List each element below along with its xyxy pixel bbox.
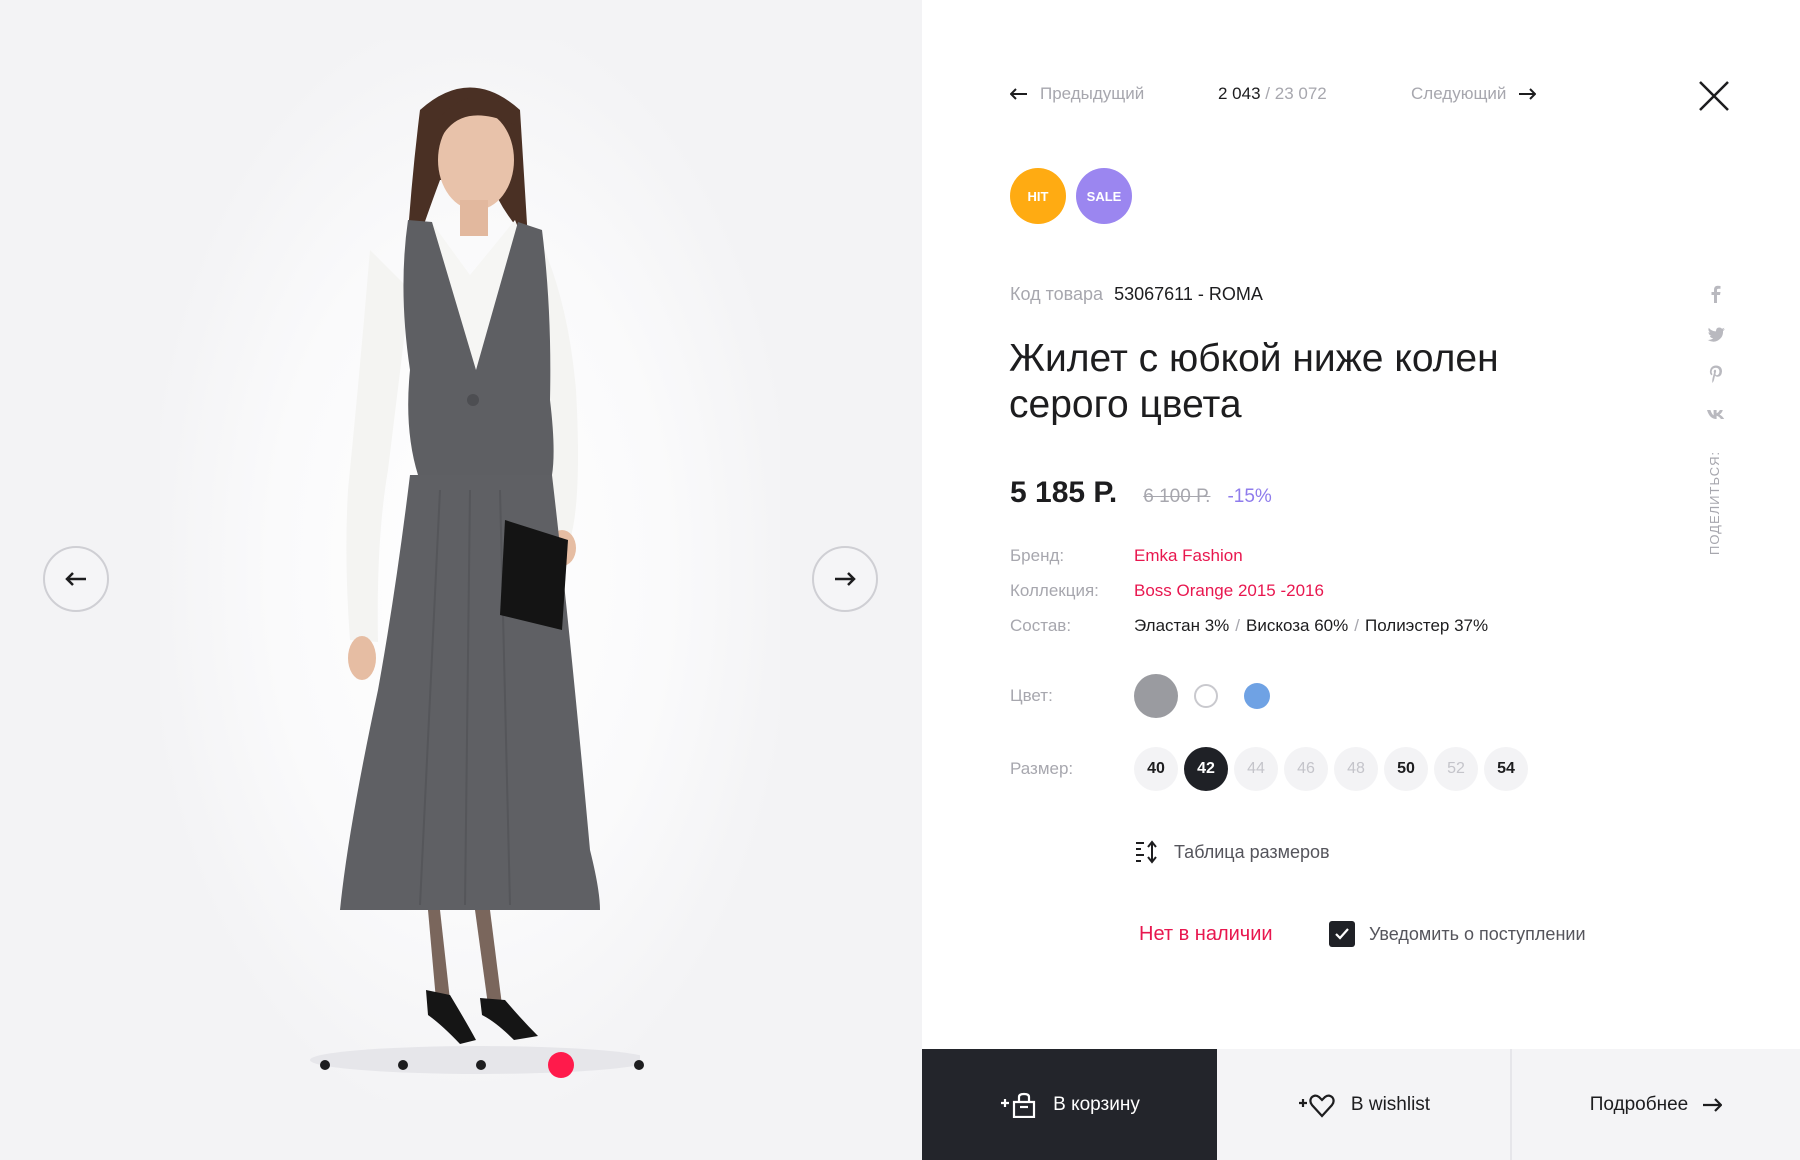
facebook-icon[interactable] [1706,284,1726,304]
arrow-left-icon [65,572,86,586]
notify-label: Уведомить о поступлении [1369,923,1586,944]
product-gallery [0,0,922,1160]
price-row: 5 185 Р. 6 100 Р. -15% [1010,476,1272,510]
color-swatch-blue[interactable] [1244,683,1270,709]
next-product-label: Следующий [1411,84,1507,103]
add-to-wishlist-label: В wishlist [1350,1093,1431,1115]
color-label: Цвет: [1010,686,1053,705]
gallery-dot[interactable] [476,1060,486,1070]
size-label: Размер: [1010,759,1074,778]
collection-row: Коллекция: Boss Orange 2015 -2016 [1010,581,1488,616]
prev-product-label: Предыдущий [1040,84,1145,103]
share-icons [1706,284,1730,444]
size-option-44[interactable]: 44 [1234,747,1278,791]
old-price: 6 100 Р. [1143,486,1211,507]
size-option-42[interactable]: 42 [1184,747,1228,791]
composition-item: Вискоза 60% [1246,616,1349,635]
composition-value: Эластан 3% / Вискоза 60% / Полиэстер 37% [1134,616,1488,651]
close-button[interactable] [1694,76,1734,116]
checkbox-checked[interactable] [1329,921,1355,947]
more-details-button[interactable]: Подробнее [1512,1049,1800,1160]
collection-link[interactable]: Boss Orange 2015 -2016 [1134,581,1324,616]
arrow-left-icon [1010,88,1027,100]
collection-label: Коллекция: [1010,581,1099,600]
arrow-right-icon [1703,1097,1723,1112]
pinterest-icon[interactable] [1706,364,1726,384]
add-to-cart-button[interactable]: В корзину [922,1049,1217,1160]
sku-value: 53067611 - ROMA [1114,284,1263,304]
twitter-icon[interactable] [1706,324,1726,344]
product-sku: Код товара 53067611 - ROMA [1010,284,1263,305]
size-option-52[interactable]: 52 [1434,747,1478,791]
product-photo [310,87,640,1074]
notify-checkbox[interactable]: Уведомить о поступлении [1329,921,1586,947]
sku-label: Код товара [1010,284,1104,304]
composition-item: Полиэстер 37% [1364,616,1489,635]
composition-separator: / [1235,616,1240,635]
next-product-link[interactable]: Следующий [1411,84,1537,104]
product-quickview: Предыдущий 2 043 / 23 072 Следующий HIT … [0,0,1800,1160]
sale-badge: SALE [1076,168,1132,224]
check-icon [1335,928,1349,940]
product-properties: Бренд: Emka Fashion Коллекция: Boss Oran… [1010,546,1488,651]
current-price: 5 185 Р. [1010,476,1118,509]
product-title: Жилет с юбкой ниже колен серого цвета [1009,337,1499,426]
current-index: 2 043 [1218,84,1261,103]
prev-product-link[interactable]: Предыдущий [1010,84,1144,104]
gallery-next-button[interactable] [812,546,878,612]
arrow-right-icon [835,572,856,586]
size-option-46[interactable]: 46 [1284,747,1328,791]
size-selector: Размер: 40 42 44 46 48 50 52 54 [1010,747,1528,791]
add-to-wishlist-button[interactable]: В wishlist [1217,1049,1512,1160]
brand-row: Бренд: Emka Fashion [1010,546,1488,581]
product-details-panel: Предыдущий 2 043 / 23 072 Следующий HIT … [922,0,1800,1160]
brand-label: Бренд: [1010,546,1065,565]
action-bar: В корзину В wishlist Подробнее [922,1049,1800,1160]
counter-separator: / [1265,84,1271,103]
arrow-right-icon [1519,88,1537,100]
product-counter: 2 043 / 23 072 [1218,84,1327,104]
close-icon [1699,81,1729,111]
share-label-text: ПОДЕЛИТЬСЯ: [1707,450,1722,555]
gallery-dot[interactable] [398,1060,408,1070]
composition-item: Эластан 3% [1134,616,1230,635]
size-option-48[interactable]: 48 [1334,747,1378,791]
composition-label: Состав: [1010,616,1072,635]
color-swatch-gray[interactable] [1134,674,1178,718]
discount-percent: -15% [1227,486,1272,507]
size-option-40[interactable]: 40 [1134,747,1178,791]
product-navigation: Предыдущий 2 043 / 23 072 Следующий [922,82,1800,110]
total-count: 23 072 [1274,84,1327,103]
brand-link[interactable]: Emka Fashion [1134,546,1243,581]
size-options: 40 42 44 46 48 50 52 54 [1134,747,1528,791]
gallery-dot-active[interactable] [548,1052,574,1078]
composition-separator: / [1354,616,1359,635]
size-table-link[interactable]: Таблица размеров [1134,840,1330,864]
gallery-prev-button[interactable] [43,546,109,612]
color-selector: Цвет: [1010,674,1294,718]
gallery-dot[interactable] [634,1060,644,1070]
product-badges: HIT SALE [1010,168,1132,224]
add-to-wishlist-icon [1298,1094,1335,1118]
color-swatch-white[interactable] [1194,684,1218,708]
gallery-dot[interactable] [320,1060,330,1070]
share-label: ПОДЕЛИТЬСЯ: [1707,451,1800,555]
add-to-cart-label: В корзину [1053,1093,1140,1115]
size-chart-icon [1136,840,1157,864]
stock-status: Нет в наличии [1139,923,1273,945]
hit-badge: HIT [1010,168,1066,224]
size-option-50[interactable]: 50 [1384,747,1428,791]
composition-row: Состав: Эластан 3% / Вискоза 60% / Полиэстер… [1010,616,1488,651]
size-table-label: Таблица размеров [1174,841,1330,862]
size-option-54[interactable]: 54 [1484,747,1528,791]
gallery-pagination [0,1050,922,1080]
add-to-bag-icon [1001,1092,1036,1118]
more-details-label: Подробнее [1589,1093,1689,1115]
vk-icon[interactable] [1706,404,1726,424]
